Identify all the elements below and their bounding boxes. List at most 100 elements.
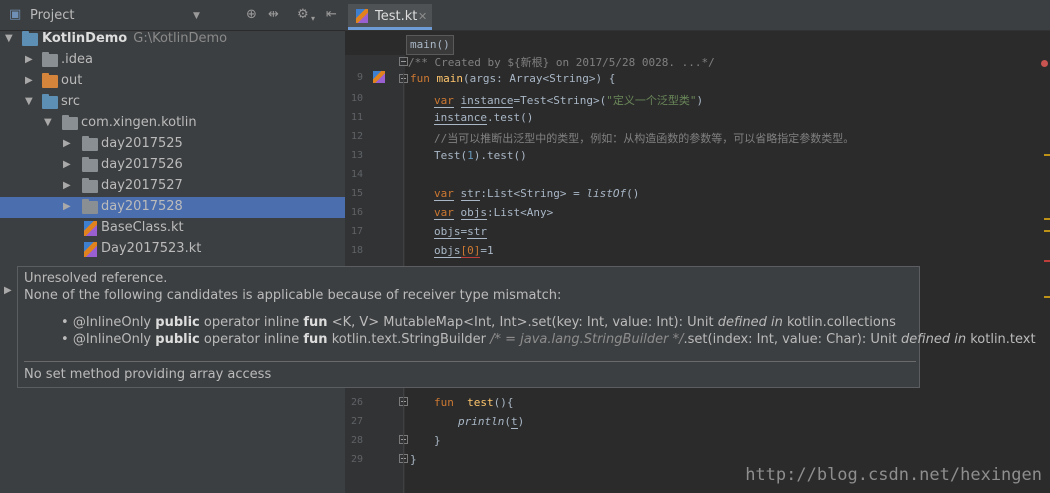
tree-item-package[interactable]: ▼ com.xingen.kotlin: [0, 113, 345, 134]
code-line-29[interactable]: }: [410, 453, 417, 466]
error-marker[interactable]: [1044, 260, 1050, 262]
tooltip-divider: [24, 361, 916, 362]
line-number: 12: [350, 131, 363, 142]
line-number: 28: [350, 435, 363, 446]
collapsed-arrow-icon[interactable]: ▶: [63, 201, 71, 212]
collapse-all-icon[interactable]: ⇹: [268, 7, 279, 23]
line-number: 17: [350, 226, 363, 237]
project-view-icon: ▣: [9, 7, 22, 22]
tooltip-subtitle: None of the following candidates is appl…: [24, 288, 562, 303]
code-line-10[interactable]: var instance=Test<String>("定义一个泛型类"): [434, 92, 703, 108]
tree-item-idea[interactable]: ▶ .idea: [0, 50, 345, 71]
module-folder-icon: [22, 31, 38, 46]
tab-test-kt[interactable]: Test.kt ✕: [348, 4, 432, 30]
tooltip-footer: No set method providing array access: [24, 367, 272, 382]
tree-item-src[interactable]: ▼ src: [0, 92, 345, 113]
warning-marker[interactable]: [1044, 154, 1050, 156]
tree-item-day2017523[interactable]: Day2017523.kt: [0, 239, 345, 260]
candidate-2: • @InlineOnly public operator inline fun…: [61, 332, 1036, 347]
kotlin-file-icon: [84, 242, 97, 257]
package-icon: [82, 136, 98, 151]
chevron-down-icon[interactable]: ▼: [193, 11, 200, 21]
code-line-28[interactable]: }: [434, 434, 441, 447]
tree-item-baseclass[interactable]: BaseClass.kt: [0, 218, 345, 239]
breadcrumb[interactable]: main(): [406, 35, 454, 55]
error-indicator-icon[interactable]: [1041, 60, 1048, 67]
code-line-12[interactable]: //当可以推断出泛型中的类型，例如：从构造函数的参数等，可以省略指定参数类型。: [434, 130, 854, 146]
tree-item-day2017528[interactable]: ▶ day2017528: [0, 197, 345, 218]
code-line-18[interactable]: objs[0]=1: [434, 244, 494, 258]
folder-icon: [42, 52, 58, 67]
collapsed-arrow-icon[interactable]: ▶: [4, 285, 12, 296]
code-line-11[interactable]: instance.test(): [434, 111, 533, 125]
tree-item-label: day2017527: [101, 178, 183, 193]
editor-tab-bar: Test.kt ✕: [345, 0, 1050, 31]
line-number: 15: [350, 188, 363, 199]
line-number: 29: [350, 454, 363, 465]
kotlin-file-icon: [356, 9, 368, 23]
kotlin-file-icon: [84, 221, 97, 236]
expanded-arrow-icon[interactable]: ▼: [44, 117, 52, 128]
line-number: 14: [350, 169, 363, 180]
gear-menu-arrow-icon[interactable]: ▾: [311, 11, 315, 27]
tree-item-label: .idea: [61, 52, 93, 67]
error-highlight: [0]: [460, 244, 481, 258]
tab-label: Test.kt: [375, 9, 418, 24]
line-number: 10: [350, 93, 363, 104]
line-number: 26: [350, 397, 363, 408]
line-number: 11: [350, 112, 363, 123]
tree-item-label: com.xingen.kotlin: [81, 115, 197, 130]
expanded-arrow-icon[interactable]: ▼: [25, 96, 33, 107]
code-line-15[interactable]: var str:List<String> = listOf(): [434, 187, 639, 201]
warning-marker[interactable]: [1044, 218, 1050, 220]
tree-item-label: Day2017523.kt: [101, 241, 202, 256]
project-view-selector[interactable]: Project: [30, 8, 74, 23]
fold-icon[interactable]: [399, 57, 408, 66]
tree-item-label: src: [61, 94, 80, 109]
package-icon: [62, 115, 78, 130]
error-tooltip: Unresolved reference. None of the follow…: [17, 266, 1036, 388]
collapsed-arrow-icon[interactable]: ▶: [25, 75, 33, 86]
package-icon: [82, 199, 98, 214]
run-main-icon[interactable]: [373, 71, 385, 83]
code-line-27[interactable]: println(t): [458, 415, 524, 429]
project-tool-window: ▣ Project ▼ ⊕ ⇹ ⚙ ▾ ⇤ ▼ KotlinDemo G:\Kot…: [0, 0, 345, 493]
collapsed-arrow-icon[interactable]: ▶: [63, 138, 71, 149]
watermark: http://blog.csdn.net/hexingen: [745, 465, 1042, 485]
close-icon[interactable]: ✕: [418, 10, 427, 23]
warning-marker[interactable]: [1044, 230, 1050, 232]
candidate-1: • @InlineOnly public operator inline fun…: [61, 315, 896, 330]
tree-item-day2017527[interactable]: ▶ day2017527: [0, 176, 345, 197]
collapsed-arrow-icon[interactable]: ▶: [63, 180, 71, 191]
code-line-comment-header[interactable]: /** Created by ${新根} on 2017/5/28 0028. …: [408, 54, 715, 70]
expanded-arrow-icon[interactable]: ▼: [5, 33, 13, 44]
tree-item-label: out: [61, 73, 83, 88]
tree-item-day2017526[interactable]: ▶ day2017526: [0, 155, 345, 176]
gear-icon[interactable]: ⚙: [297, 7, 309, 23]
tree-item-kotlindemo[interactable]: ▼ KotlinDemo G:\KotlinDemo: [0, 29, 345, 50]
collapsed-arrow-icon[interactable]: ▶: [25, 54, 33, 65]
tree-item-day2017525[interactable]: ▶ day2017525: [0, 134, 345, 155]
tree-item-label: day2017526: [101, 157, 183, 172]
line-number: 13: [350, 150, 363, 161]
tree-item-out[interactable]: ▶ out: [0, 71, 345, 92]
tree-item-label: day2017528: [101, 199, 183, 214]
hide-panel-icon[interactable]: ⇤: [326, 7, 337, 23]
code-line-16[interactable]: var objs:List<Any>: [434, 206, 553, 220]
tooltip-title: Unresolved reference.: [24, 271, 168, 286]
tree-item-label: BaseClass.kt: [101, 220, 184, 235]
collapsed-arrow-icon[interactable]: ▶: [63, 159, 71, 170]
code-line-9[interactable]: fun main(args: Array<String>) {: [410, 72, 615, 85]
code-line-17[interactable]: objs=str: [434, 225, 487, 239]
code-line-26[interactable]: fun test(){: [434, 396, 514, 409]
tree-item-label: day2017525: [101, 136, 183, 151]
excluded-folder-icon: [42, 73, 58, 88]
package-icon: [82, 178, 98, 193]
project-toolbar: ▣ Project ▼ ⊕ ⇹ ⚙ ▾ ⇤: [0, 0, 345, 31]
line-number: 18: [350, 245, 363, 256]
scroll-from-source-icon[interactable]: ⊕: [246, 7, 257, 23]
warning-marker[interactable]: [1044, 296, 1050, 298]
module-path: G:\KotlinDemo: [133, 31, 228, 46]
source-folder-icon: [42, 94, 58, 109]
code-line-13[interactable]: Test(1).test(): [434, 149, 527, 162]
